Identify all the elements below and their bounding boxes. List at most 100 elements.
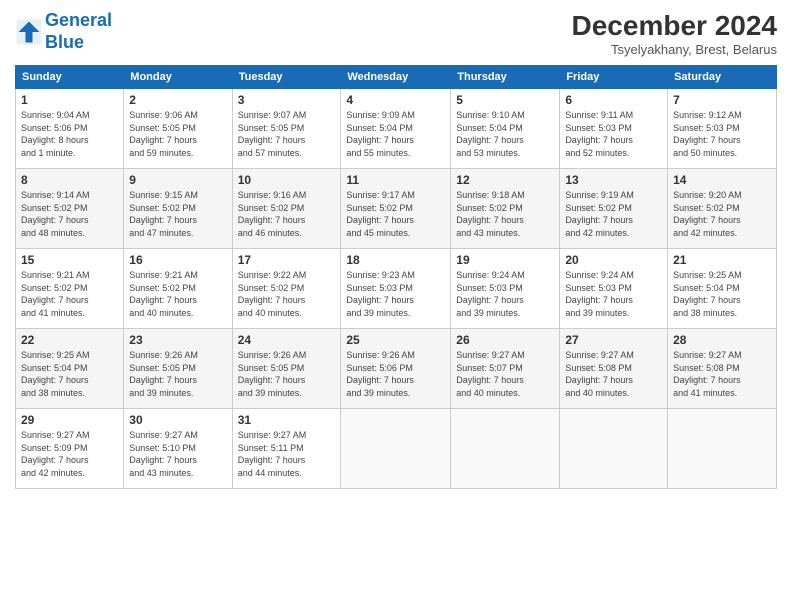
day-number: 27 — [565, 333, 662, 347]
day-cell: 2 Sunrise: 9:06 AM Sunset: 5:05 PM Daylig… — [124, 89, 232, 169]
day-number: 29 — [21, 413, 118, 427]
column-header-tuesday: Tuesday — [232, 66, 341, 89]
day-info: Sunrise: 9:21 AM Sunset: 5:02 PM Dayligh… — [129, 269, 226, 319]
day-number: 9 — [129, 173, 226, 187]
day-cell: 25Sunrise: 9:26 AM Sunset: 5:06 PM Dayli… — [341, 329, 451, 409]
logo-line1: General — [45, 10, 112, 30]
day-number: 26 — [456, 333, 554, 347]
day-info: Sunrise: 9:09 AM Sunset: 5:04 PM Dayligh… — [346, 109, 445, 159]
day-cell — [451, 409, 560, 489]
column-header-friday: Friday — [560, 66, 668, 89]
day-cell: 4 Sunrise: 9:09 AM Sunset: 5:04 PM Daylig… — [341, 89, 451, 169]
day-number: 12 — [456, 173, 554, 187]
day-info: Sunrise: 9:24 AM Sunset: 5:03 PM Dayligh… — [456, 269, 554, 319]
day-info: Sunrise: 9:18 AM Sunset: 5:02 PM Dayligh… — [456, 189, 554, 239]
day-number: 11 — [346, 173, 445, 187]
day-cell: 29 Sunrise: 9:27 AM Sunset: 5:09 PM Dayli… — [16, 409, 124, 489]
day-number: 18 — [346, 253, 445, 267]
day-info: Sunrise: 9:26 AM Sunset: 5:05 PM Dayligh… — [129, 349, 226, 399]
day-cell: 5Sunrise: 9:10 AM Sunset: 5:04 PM Daylig… — [451, 89, 560, 169]
day-info: Sunrise: 9:27 AM Sunset: 5:08 PM Dayligh… — [673, 349, 771, 399]
day-number: 2 — [129, 93, 226, 107]
day-number: 23 — [129, 333, 226, 347]
day-cell: 27Sunrise: 9:27 AM Sunset: 5:08 PM Dayli… — [560, 329, 668, 409]
day-info: Sunrise: 9:23 AM Sunset: 5:03 PM Dayligh… — [346, 269, 445, 319]
day-cell: 12 Sunrise: 9:18 AM Sunset: 5:02 PM Dayli… — [451, 169, 560, 249]
day-cell: 18 Sunrise: 9:23 AM Sunset: 5:03 PM Dayli… — [341, 249, 451, 329]
day-cell: 30 Sunrise: 9:27 AM Sunset: 5:10 PM Dayli… — [124, 409, 232, 489]
day-cell: 8 Sunrise: 9:14 AM Sunset: 5:02 PM Daylig… — [16, 169, 124, 249]
day-cell: 9Sunrise: 9:15 AM Sunset: 5:02 PM Daylig… — [124, 169, 232, 249]
day-info: Sunrise: 9:19 AM Sunset: 5:02 PM Dayligh… — [565, 189, 662, 239]
calendar-table: SundayMondayTuesdayWednesdayThursdayFrid… — [15, 65, 777, 489]
day-info: Sunrise: 9:27 AM Sunset: 5:11 PM Dayligh… — [238, 429, 336, 479]
logo-text: General Blue — [45, 10, 112, 53]
day-info: Sunrise: 9:06 AM Sunset: 5:05 PM Dayligh… — [129, 109, 226, 159]
day-number: 14 — [673, 173, 771, 187]
day-number: 8 — [21, 173, 118, 187]
column-header-monday: Monday — [124, 66, 232, 89]
day-cell: 15Sunrise: 9:21 AM Sunset: 5:02 PM Dayli… — [16, 249, 124, 329]
day-cell — [668, 409, 777, 489]
calendar-subtitle: Tsyelyakhany, Brest, Belarus — [572, 42, 777, 57]
day-info: Sunrise: 9:27 AM Sunset: 5:09 PM Dayligh… — [21, 429, 118, 479]
day-number: 16 — [129, 253, 226, 267]
week-row-1: 1 Sunrise: 9:04 AM Sunset: 5:06 PM Daylig… — [16, 89, 777, 169]
day-cell: 19Sunrise: 9:24 AM Sunset: 5:03 PM Dayli… — [451, 249, 560, 329]
day-info: Sunrise: 9:14 AM Sunset: 5:02 PM Dayligh… — [21, 189, 118, 239]
day-cell: 28 Sunrise: 9:27 AM Sunset: 5:08 PM Dayli… — [668, 329, 777, 409]
page: General Blue December 2024 Tsyelyakhany,… — [0, 0, 792, 612]
day-cell: 3 Sunrise: 9:07 AM Sunset: 5:05 PM Daylig… — [232, 89, 341, 169]
day-number: 17 — [238, 253, 336, 267]
day-number: 3 — [238, 93, 336, 107]
day-info: Sunrise: 9:24 AM Sunset: 5:03 PM Dayligh… — [565, 269, 662, 319]
day-info: Sunrise: 9:27 AM Sunset: 5:10 PM Dayligh… — [129, 429, 226, 479]
day-info: Sunrise: 9:22 AM Sunset: 5:02 PM Dayligh… — [238, 269, 336, 319]
day-info: Sunrise: 9:04 AM Sunset: 5:06 PM Dayligh… — [21, 109, 118, 159]
day-number: 24 — [238, 333, 336, 347]
day-cell — [560, 409, 668, 489]
day-cell: 21Sunrise: 9:25 AM Sunset: 5:04 PM Dayli… — [668, 249, 777, 329]
day-cell — [341, 409, 451, 489]
day-number: 13 — [565, 173, 662, 187]
logo-icon — [15, 18, 43, 46]
day-info: Sunrise: 9:26 AM Sunset: 5:05 PM Dayligh… — [238, 349, 336, 399]
day-number: 31 — [238, 413, 336, 427]
day-info: Sunrise: 9:25 AM Sunset: 5:04 PM Dayligh… — [21, 349, 118, 399]
day-cell: 16 Sunrise: 9:21 AM Sunset: 5:02 PM Dayli… — [124, 249, 232, 329]
day-cell: 11Sunrise: 9:17 AM Sunset: 5:02 PM Dayli… — [341, 169, 451, 249]
day-number: 20 — [565, 253, 662, 267]
day-info: Sunrise: 9:10 AM Sunset: 5:04 PM Dayligh… — [456, 109, 554, 159]
day-number: 1 — [21, 93, 118, 107]
day-info: Sunrise: 9:16 AM Sunset: 5:02 PM Dayligh… — [238, 189, 336, 239]
day-info: Sunrise: 9:11 AM Sunset: 5:03 PM Dayligh… — [565, 109, 662, 159]
day-cell: 6Sunrise: 9:11 AM Sunset: 5:03 PM Daylig… — [560, 89, 668, 169]
day-number: 25 — [346, 333, 445, 347]
header: General Blue December 2024 Tsyelyakhany,… — [15, 10, 777, 57]
week-row-3: 15Sunrise: 9:21 AM Sunset: 5:02 PM Dayli… — [16, 249, 777, 329]
week-row-2: 8 Sunrise: 9:14 AM Sunset: 5:02 PM Daylig… — [16, 169, 777, 249]
week-row-5: 29 Sunrise: 9:27 AM Sunset: 5:09 PM Dayli… — [16, 409, 777, 489]
day-cell: 26Sunrise: 9:27 AM Sunset: 5:07 PM Dayli… — [451, 329, 560, 409]
day-number: 30 — [129, 413, 226, 427]
day-number: 7 — [673, 93, 771, 107]
day-info: Sunrise: 9:20 AM Sunset: 5:02 PM Dayligh… — [673, 189, 771, 239]
column-header-wednesday: Wednesday — [341, 66, 451, 89]
day-cell: 13 Sunrise: 9:19 AM Sunset: 5:02 PM Dayli… — [560, 169, 668, 249]
column-header-saturday: Saturday — [668, 66, 777, 89]
week-row-4: 22 Sunrise: 9:25 AM Sunset: 5:04 PM Dayli… — [16, 329, 777, 409]
column-header-thursday: Thursday — [451, 66, 560, 89]
day-cell: 31 Sunrise: 9:27 AM Sunset: 5:11 PM Dayli… — [232, 409, 341, 489]
day-number: 22 — [21, 333, 118, 347]
logo-line2: Blue — [45, 32, 84, 52]
day-info: Sunrise: 9:07 AM Sunset: 5:05 PM Dayligh… — [238, 109, 336, 159]
day-info: Sunrise: 9:25 AM Sunset: 5:04 PM Dayligh… — [673, 269, 771, 319]
day-cell: 23 Sunrise: 9:26 AM Sunset: 5:05 PM Dayli… — [124, 329, 232, 409]
calendar-title: December 2024 — [572, 10, 777, 42]
day-cell: 10Sunrise: 9:16 AM Sunset: 5:02 PM Dayli… — [232, 169, 341, 249]
day-info: Sunrise: 9:12 AM Sunset: 5:03 PM Dayligh… — [673, 109, 771, 159]
day-number: 4 — [346, 93, 445, 107]
day-cell: 24 Sunrise: 9:26 AM Sunset: 5:05 PM Dayli… — [232, 329, 341, 409]
day-number: 28 — [673, 333, 771, 347]
day-cell: 7 Sunrise: 9:12 AM Sunset: 5:03 PM Daylig… — [668, 89, 777, 169]
